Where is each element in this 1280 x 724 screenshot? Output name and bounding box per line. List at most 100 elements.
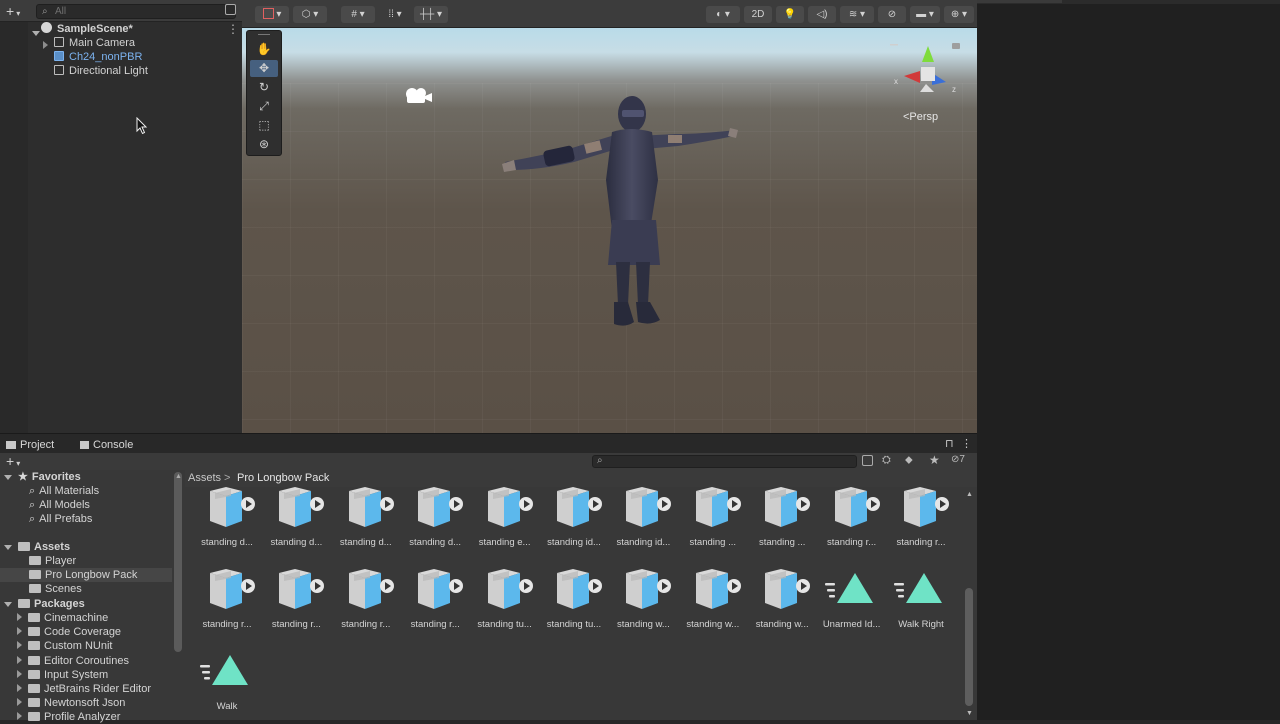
- model-asset-item[interactable]: standing d...: [399, 487, 471, 553]
- model-prefab-icon: [487, 569, 533, 609]
- assets-label: Assets: [34, 541, 71, 553]
- scene-search-mode-icon[interactable]: [225, 4, 236, 15]
- model-asset-item[interactable]: standing ...: [746, 487, 818, 553]
- tree-item-label: Player: [45, 555, 77, 567]
- model-asset-item[interactable]: standing d...: [260, 487, 332, 553]
- rect-tool[interactable]: ⬚: [250, 117, 278, 134]
- render-mode-button[interactable]: ⬡ ▾: [293, 6, 327, 23]
- animation-asset-item[interactable]: Unarmed Id...: [816, 569, 888, 635]
- perspective-toggle[interactable]: <Persp: [903, 111, 938, 123]
- tree-package-code-coverage[interactable]: Code Coverage: [17, 625, 121, 639]
- model-asset-item[interactable]: standing r...: [191, 569, 263, 635]
- model-asset-item[interactable]: standing e...: [469, 487, 541, 553]
- breadcrumb: Assets > Pro Longbow Pack: [185, 470, 977, 487]
- camera-gizmo-icon[interactable]: [402, 85, 436, 107]
- hierarchy-search-input[interactable]: ⌕ All: [36, 4, 236, 19]
- hand-tool[interactable]: ✋: [250, 41, 278, 58]
- animation-asset-item[interactable]: Walk: [191, 651, 263, 717]
- model-asset-item[interactable]: standing w...: [746, 569, 818, 635]
- model-asset-item[interactable]: standing tu...: [469, 569, 541, 635]
- scene-gizmos-toggle[interactable]: ┼┼ ▾: [414, 6, 448, 23]
- panel-menu-icon[interactable]: ⋮: [961, 437, 972, 450]
- search-by-type-icon[interactable]: [862, 455, 873, 466]
- move-tool[interactable]: ✥: [250, 60, 278, 77]
- tree-item-scenes[interactable]: Scenes: [29, 582, 82, 596]
- tree-package-cinemachine[interactable]: Cinemachine: [17, 611, 108, 625]
- overlay-handle[interactable]: [258, 34, 270, 35]
- tree-scrollbar[interactable]: [174, 472, 182, 652]
- grid-snapping-button[interactable]: # ▾: [341, 6, 375, 23]
- tree-package-editor-coroutines[interactable]: Editor Coroutines: [17, 654, 129, 668]
- scene-viewport[interactable]: x z: [242, 28, 977, 433]
- scene-visibility-toggle[interactable]: ⊘: [878, 6, 906, 23]
- orientation-gizmo-icon[interactable]: x z: [890, 40, 962, 112]
- tree-item-player[interactable]: Player: [29, 554, 76, 568]
- tree-package-profile-analyzer[interactable]: Profile Analyzer: [17, 710, 120, 724]
- asset-grid-scrollbar[interactable]: [965, 588, 973, 706]
- model-asset-item[interactable]: standing w...: [677, 569, 749, 635]
- model-asset-item[interactable]: standing r...: [260, 569, 332, 635]
- model-asset-item[interactable]: standing r...: [330, 569, 402, 635]
- model-asset-item[interactable]: standing w...: [607, 569, 679, 635]
- star-icon: ★: [18, 471, 28, 483]
- tag-icon[interactable]: ⬥: [905, 454, 913, 467]
- camera-settings-button[interactable]: ▬ ▾: [910, 6, 940, 23]
- scroll-up-arrow[interactable]: ▲: [966, 491, 973, 498]
- scene-row[interactable]: SampleScene*: [41, 22, 133, 36]
- tree-item-pro-longbow-pack[interactable]: Pro Longbow Pack: [29, 568, 137, 582]
- effects-button[interactable]: ≋ ▾: [840, 6, 874, 23]
- character-model[interactable]: [500, 90, 740, 340]
- model-asset-item[interactable]: standing id...: [538, 487, 610, 553]
- tree-item-all-prefabs[interactable]: ⌕ All Prefabs: [29, 512, 92, 526]
- tree-item-label: Input System: [44, 669, 109, 681]
- project-search-input[interactable]: ⌕: [592, 455, 857, 468]
- tree-item-all-models[interactable]: ⌕ All Models: [29, 498, 90, 512]
- tree-packages[interactable]: Packages: [4, 597, 85, 611]
- model-asset-item[interactable]: standing d...: [191, 487, 263, 553]
- model-asset-item[interactable]: standing id...: [607, 487, 679, 553]
- tree-package-custom-nunit[interactable]: Custom NUnit: [17, 639, 112, 653]
- audio-toggle[interactable]: ◁): [808, 6, 836, 23]
- scroll-down-arrow[interactable]: ▼: [966, 710, 973, 717]
- create-menu-button[interactable]: + ▾: [6, 3, 20, 19]
- search-by-label-icon[interactable]: ⛭: [882, 454, 891, 467]
- rotate-tool[interactable]: ↻: [250, 79, 278, 96]
- tree-item-all-materials[interactable]: ⌕ All Materials: [29, 484, 99, 498]
- hidden-packages-toggle[interactable]: ⊘7: [951, 454, 965, 465]
- model-asset-item[interactable]: standing d...: [330, 487, 402, 553]
- model-asset-item[interactable]: standing r...: [816, 487, 888, 553]
- model-asset-item[interactable]: standing tu...: [538, 569, 610, 635]
- hierarchy-item-character[interactable]: Ch24_nonPBR: [54, 50, 142, 64]
- tab-project[interactable]: Project: [6, 437, 54, 453]
- breadcrumb-assets[interactable]: Assets: [188, 472, 221, 484]
- scroll-up-arrow[interactable]: ▲: [175, 473, 182, 480]
- expand-arrow[interactable]: [43, 40, 54, 52]
- tree-assets[interactable]: Assets: [4, 540, 70, 554]
- toggle-2d-button[interactable]: 2D: [744, 6, 772, 23]
- asset-label: standing r...: [410, 619, 460, 630]
- tree-favorites[interactable]: ★ Favorites: [4, 470, 81, 484]
- model-asset-item[interactable]: standing r...: [399, 569, 471, 635]
- favorite-star-icon[interactable]: ★: [929, 453, 940, 467]
- lock-icon[interactable]: ⊓: [945, 437, 954, 450]
- animation-asset-item[interactable]: Walk Right: [885, 569, 957, 635]
- breadcrumb-current[interactable]: Pro Longbow Pack: [237, 472, 329, 484]
- tree-package-newtonsoft-json[interactable]: Newtonsoft Json: [17, 696, 125, 710]
- gizmos-button[interactable]: ⊕ ▾: [944, 6, 974, 23]
- model-asset-item[interactable]: standing r...: [885, 487, 957, 553]
- increment-snap-button[interactable]: ⁞⁞ ▾: [378, 6, 412, 23]
- model-asset-item[interactable]: standing ...: [677, 487, 749, 553]
- ruler-icon: ┼┼: [420, 9, 435, 20]
- hierarchy-item-main-camera[interactable]: Main Camera: [54, 36, 135, 50]
- tree-package-input-system[interactable]: Input System: [17, 668, 108, 682]
- shading-mode-button[interactable]: ◐ ▾: [706, 6, 740, 23]
- scene-menu-icon[interactable]: ⋮: [227, 22, 239, 36]
- scale-tool[interactable]: ⤢: [250, 98, 278, 115]
- tree-package-jetbrains-rider[interactable]: JetBrains Rider Editor: [17, 682, 151, 696]
- transform-tool[interactable]: ⊛: [250, 136, 278, 153]
- hierarchy-item-directional-light[interactable]: Directional Light: [54, 64, 148, 78]
- draw-mode-button[interactable]: ▾: [255, 6, 289, 23]
- tab-console[interactable]: Console: [80, 437, 133, 453]
- lighting-toggle[interactable]: 💡: [776, 6, 804, 23]
- model-prefab-icon: [279, 569, 325, 609]
